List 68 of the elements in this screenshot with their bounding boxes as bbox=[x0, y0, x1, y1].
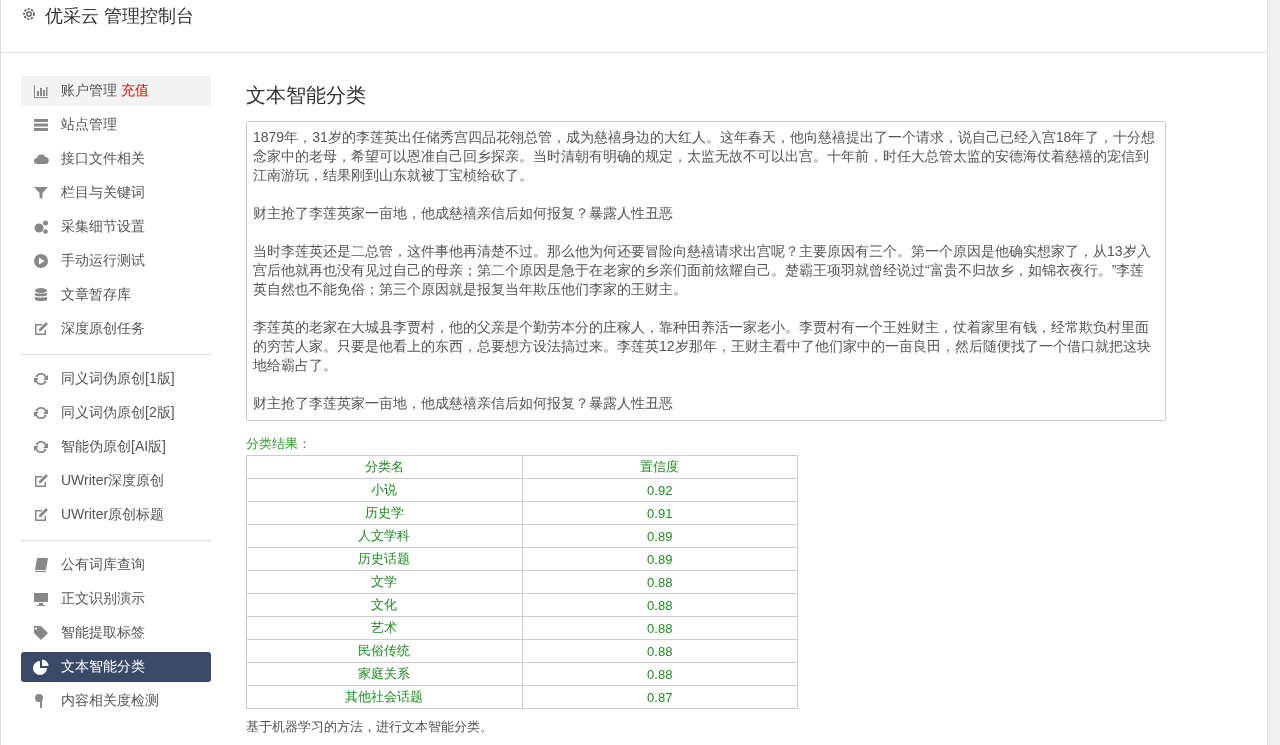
server-icon bbox=[33, 117, 49, 133]
table-cell: 0.89 bbox=[522, 547, 798, 571]
edit-icon bbox=[33, 473, 49, 489]
sidebar-item[interactable]: 站点管理 bbox=[21, 110, 211, 140]
sidebar-item[interactable]: 智能伪原创[AI版] bbox=[21, 432, 211, 462]
tag-icon bbox=[33, 625, 49, 641]
book-icon bbox=[33, 557, 49, 573]
edit-icon bbox=[33, 507, 49, 523]
database-icon bbox=[33, 287, 49, 303]
table-cell: 民俗传统 bbox=[246, 639, 522, 663]
table-cell: 0.88 bbox=[522, 639, 798, 663]
bar-chart-icon bbox=[33, 83, 49, 99]
edit-icon bbox=[33, 321, 49, 337]
table-cell: 0.88 bbox=[522, 662, 798, 686]
console-title: 优采云 管理控制台 bbox=[45, 5, 194, 28]
table-cell: 文学 bbox=[246, 570, 522, 594]
scrollbar[interactable] bbox=[1267, 0, 1280, 745]
filter-icon bbox=[33, 185, 49, 201]
sidebar-item[interactable]: 文章暂存库 bbox=[21, 280, 211, 310]
paragraph-text: 财主抢了李莲英家一亩地，他成慈禧亲信后如何报复？暴露人性丑恶 bbox=[253, 204, 674, 223]
table-cell: 历史学 bbox=[246, 501, 522, 525]
table-cell: 0.89 bbox=[522, 524, 798, 548]
table-cell: 人文学科 bbox=[246, 524, 522, 548]
sidebar-item[interactable]: 内容相关度检测 bbox=[21, 686, 211, 716]
table-cell: 其他社会话题 bbox=[246, 685, 522, 709]
sidebar-item[interactable]: UWriter原创标题 bbox=[21, 500, 211, 530]
table-cell: 0.87 bbox=[522, 685, 798, 709]
sidebar-item[interactable]: 文本智能分类 bbox=[21, 652, 211, 682]
sidebar-item[interactable]: 栏目与关键词 bbox=[21, 178, 211, 208]
sidebar-item[interactable]: 深度原创任务 bbox=[21, 314, 211, 344]
table-cell: 文化 bbox=[246, 593, 522, 617]
column-header: 分类名 bbox=[246, 455, 522, 479]
sidebar-item[interactable]: 同义词伪原创[2版] bbox=[21, 398, 211, 428]
refresh-icon bbox=[33, 405, 49, 421]
paragraph-text: 李莲英的老家在大城县李贾村，他的父亲是个勤劳本分的庄稼人，靠种田养活一家老小。李贾村有一个王姓财主，仗着家里有钱，经常欺负村里面的穷苦人家。只要是他看上的东西，总要想方设法搞过来。李莲英12岁那年，王财主看中了他们家中的一亩良田，然后随便找了一个借口就把这块地给霸占了。 bbox=[253, 318, 1152, 375]
sidebar-item[interactable]: 手动运行测试 bbox=[21, 246, 211, 276]
sidebar-item[interactable]: 正文识别演示 bbox=[21, 584, 211, 614]
settings-icon bbox=[21, 6, 37, 22]
table-cell: 艺术 bbox=[246, 616, 522, 640]
monitor-icon bbox=[33, 591, 49, 607]
sidebar-item[interactable]: 采集细节设置 bbox=[21, 212, 211, 242]
table-cell: 0.88 bbox=[522, 616, 798, 640]
table-cell: 小说 bbox=[246, 478, 522, 502]
table-cell: 0.92 bbox=[522, 478, 798, 502]
page-title: 文本智能分类 bbox=[246, 83, 367, 108]
refresh-icon bbox=[33, 439, 49, 455]
sidebar-item[interactable]: 接口文件相关 bbox=[21, 144, 211, 174]
sidebar-item[interactable]: 同义词伪原创[1版] bbox=[21, 364, 211, 394]
sidebar-item[interactable]: 账户管理 充值 bbox=[21, 76, 211, 106]
table-cell: 家庭关系 bbox=[246, 662, 522, 686]
table-cell: 历史话题 bbox=[246, 547, 522, 571]
play-icon bbox=[33, 253, 49, 269]
pie-chart-icon bbox=[33, 659, 49, 675]
table-cell: 0.88 bbox=[522, 593, 798, 617]
sidebar-item[interactable]: 智能提取标签 bbox=[21, 618, 211, 648]
description-text: 基于机器学习的方法，进行文本智能分类。 bbox=[246, 718, 494, 736]
cloud-upload-icon bbox=[33, 151, 49, 167]
paragraph-text: 1879年，31岁的李莲英出任储秀宫四品花翎总管，成为慈禧身边的大红人。这年春天，他向慈禧提出了一个请求，说自己已经入宫18年了，十分想念家中的老母，希望可以恩准自己回乡探亲。当时清朝有明确的规定，太监无故不可以出宫。十年前，时任大总管太监的安德海仗着慈禧的宠信到江南游玩，结果刚到山东就被丁宝桢给砍了。 bbox=[253, 128, 1157, 185]
table-cell: 0.91 bbox=[522, 501, 798, 525]
paragraph-text: 财主抢了李莲英家一亩地，他成慈禧亲信后如何报复？暴露人性丑恶 bbox=[253, 394, 674, 413]
paragraph-text: 当时李莲英还是二总管，这件事他再清楚不过。那么他为何还要冒险向慈禧请求出宫呢？主要原因有三个。第一个原因是他确实想家了，从13岁入宫后他就再也没有见过自己的母亲；第二个原因是急于在老家的乡亲们面前炫耀自己。楚霸王项羽就曾经说过“富贵不归故乡，如锦衣夜行。”李莲英自然也不能免俗；第三个原因就是报复当年欺压他们李家的王财主。 bbox=[253, 242, 1152, 299]
refresh-icon bbox=[33, 371, 49, 387]
sidebar-item[interactable]: 公有词库查询 bbox=[21, 550, 211, 580]
table-cell: 0.88 bbox=[522, 570, 798, 594]
sidebar-item[interactable]: UWriter深度原创 bbox=[21, 466, 211, 496]
result-label: 分类结果： bbox=[246, 435, 312, 453]
column-header: 置信度 bbox=[522, 455, 798, 479]
text-input-field[interactable] bbox=[246, 121, 1166, 421]
